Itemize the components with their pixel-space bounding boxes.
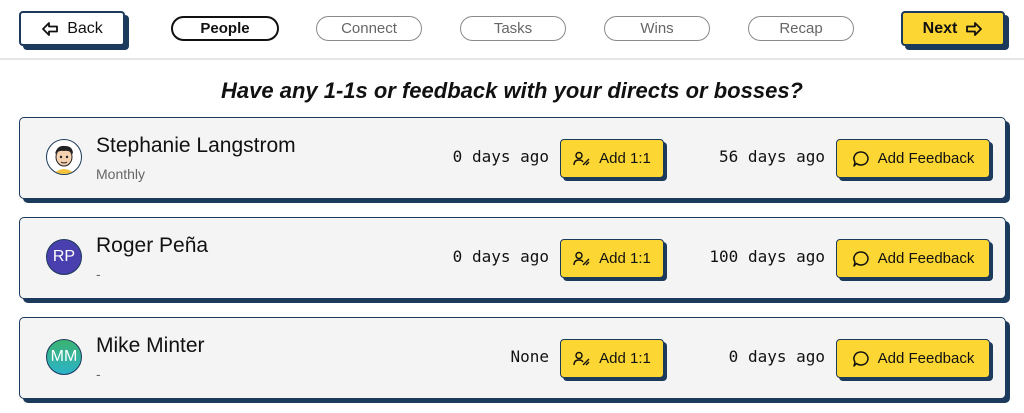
add-feedback-label: Add Feedback: [877, 350, 975, 367]
avatar: [46, 139, 82, 175]
chat-bubble-icon: [852, 150, 870, 168]
next-button[interactable]: Next: [901, 11, 1005, 46]
step-tasks[interactable]: Tasks: [460, 16, 566, 41]
top-navigation-bar: Back People Connect Tasks Wins Recap Nex…: [0, 0, 1024, 60]
arrow-right-icon: [965, 21, 983, 37]
avatar-initials: MM: [50, 348, 78, 365]
person-name: Mike Minter: [96, 334, 205, 357]
person-card: Stephanie Langstrom Monthly 0 days ago A…: [19, 117, 1006, 199]
add-feedback-button[interactable]: Add Feedback: [836, 339, 990, 378]
last-one-on-one: 0 days ago: [452, 247, 549, 266]
add-one-on-one-label: Add 1:1: [599, 350, 651, 367]
last-feedback: 56 days ago: [719, 147, 825, 166]
next-button-label: Next: [922, 19, 958, 37]
back-button[interactable]: Back: [19, 11, 125, 46]
person-frequency: -: [96, 366, 101, 382]
avatar: RP: [46, 239, 82, 275]
person-card: MM Mike Minter - None Add 1:1 0 days ago…: [19, 317, 1006, 399]
step-label: Tasks: [493, 20, 533, 37]
last-feedback: 100 days ago: [709, 247, 825, 266]
add-feedback-button[interactable]: Add Feedback: [836, 139, 990, 178]
person-name: Stephanie Langstrom: [96, 134, 296, 157]
step-people[interactable]: People: [171, 16, 279, 41]
add-feedback-label: Add Feedback: [877, 150, 975, 167]
step-wins[interactable]: Wins: [604, 16, 710, 41]
chat-bubble-icon: [852, 350, 870, 368]
last-one-on-one: 0 days ago: [452, 147, 549, 166]
step-label: People: [200, 20, 250, 37]
person-card: RP Roger Peña - 0 days ago Add 1:1 100 d…: [19, 217, 1006, 299]
avatar-initials: RP: [52, 248, 76, 265]
cartoon-person-icon: [48, 141, 80, 174]
person-name: Roger Peña: [96, 234, 209, 257]
people-icon: [573, 251, 591, 267]
step-label: Connect: [341, 20, 397, 37]
add-one-on-one-button[interactable]: Add 1:1: [560, 339, 664, 378]
add-feedback-label: Add Feedback: [877, 250, 975, 267]
people-icon: [573, 151, 591, 167]
step-connect[interactable]: Connect: [316, 16, 422, 41]
add-one-on-one-button[interactable]: Add 1:1: [560, 139, 664, 178]
add-one-on-one-button[interactable]: Add 1:1: [560, 239, 664, 278]
add-one-on-one-label: Add 1:1: [599, 250, 651, 267]
arrow-left-icon: [41, 21, 59, 37]
avatar: MM: [46, 339, 82, 375]
last-one-on-one: None: [510, 347, 549, 366]
add-one-on-one-label: Add 1:1: [599, 150, 651, 167]
person-frequency: -: [96, 266, 101, 282]
person-frequency: Monthly: [96, 166, 146, 182]
last-feedback: 0 days ago: [728, 347, 825, 366]
chat-bubble-icon: [852, 250, 870, 268]
step-label: Wins: [640, 20, 674, 37]
back-button-label: Back: [67, 19, 103, 37]
step-recap[interactable]: Recap: [748, 16, 854, 41]
people-icon: [573, 351, 591, 367]
add-feedback-button[interactable]: Add Feedback: [836, 239, 990, 278]
step-label: Recap: [779, 20, 823, 37]
page-question: Have any 1-1s or feedback with your dire…: [221, 78, 803, 103]
